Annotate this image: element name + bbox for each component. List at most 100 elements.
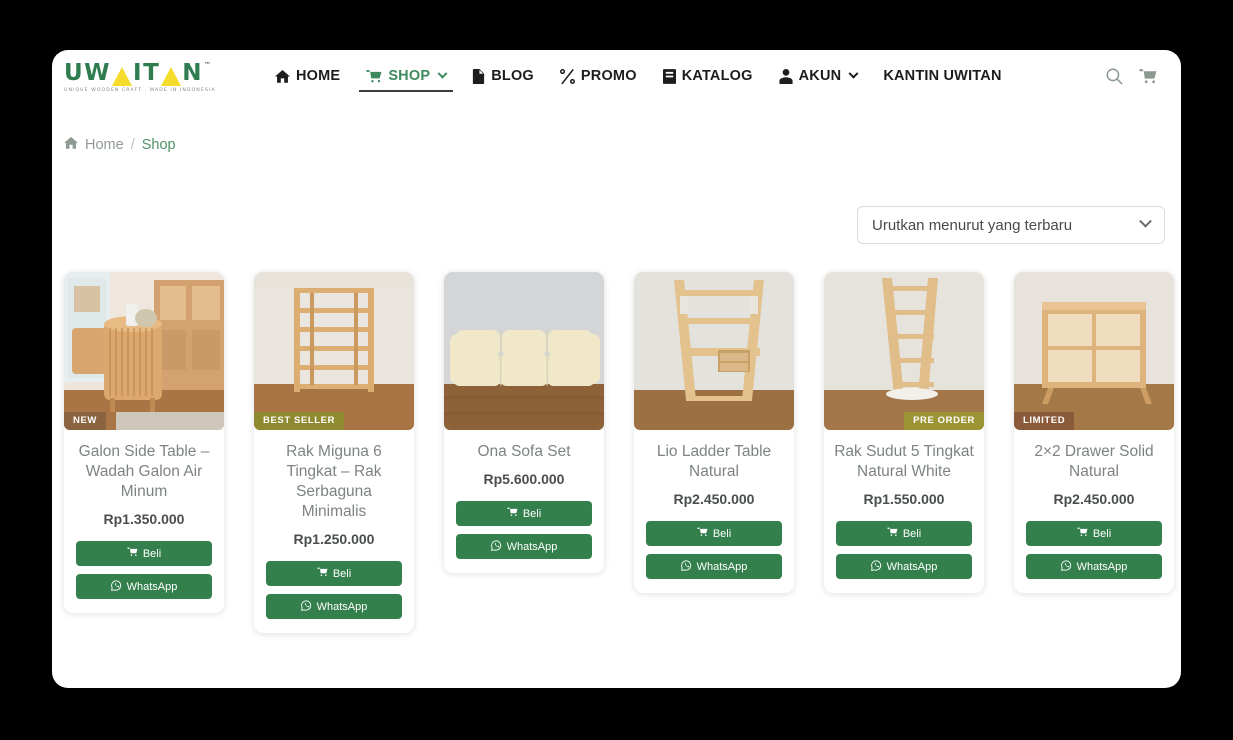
product-thumbnail[interactable] <box>444 272 604 430</box>
buy-button[interactable]: Beli <box>266 561 402 586</box>
nav-item-blog[interactable]: BLOG <box>459 50 547 102</box>
logo-wordmark: UW IT N ™ <box>64 59 211 86</box>
product-title[interactable]: 2×2 Drawer Solid Natural <box>1024 442 1164 482</box>
product-card-body: Galon Side Table – Wadah Galon Air Minum… <box>64 430 224 599</box>
product-thumbnail[interactable]: LIMITED <box>1014 272 1174 430</box>
product-price: Rp1.550.000 <box>863 491 945 507</box>
whatsapp-button-label: WhatsApp <box>886 560 938 573</box>
logo-tagline: UNIQUE WOODEN CRAFT . MADE IN INDONESIA <box>64 87 216 93</box>
buy-button[interactable]: Beli <box>76 541 212 566</box>
breadcrumb-home-label: Home <box>85 137 124 153</box>
buy-button[interactable]: Beli <box>456 501 592 526</box>
product-card[interactable]: Ona Sofa Set Rp5.600.000 Beli WhatsApp <box>444 272 604 573</box>
product-thumbnail[interactable]: PRE ORDER <box>824 272 984 430</box>
product-image <box>1014 272 1174 430</box>
cart-icon <box>1077 527 1088 540</box>
logo-text-left: UW <box>64 59 112 86</box>
product-thumbnail[interactable] <box>634 272 794 430</box>
chevron-down-icon <box>437 68 448 79</box>
product-thumbnail[interactable]: BEST SELLER <box>254 272 414 430</box>
product-card-body: Ona Sofa Set Rp5.600.000 Beli WhatsApp <box>444 430 604 559</box>
product-card-body: Rak Miguna 6 Tingkat – Rak Serbaguna Min… <box>254 430 414 619</box>
chevron-down-icon <box>848 68 859 79</box>
whatsapp-button-label: WhatsApp <box>506 540 558 553</box>
buy-button[interactable]: Beli <box>646 521 782 546</box>
nav-item-home[interactable]: HOME <box>262 50 353 102</box>
home-icon <box>275 69 290 84</box>
whatsapp-icon <box>300 599 312 614</box>
product-image <box>64 272 224 430</box>
cart-icon <box>127 547 138 560</box>
nav-item-promo[interactable]: PROMO <box>547 50 650 102</box>
breadcrumb: Home / Shop <box>52 102 1181 154</box>
user-icon <box>779 68 793 84</box>
buy-button-label: Beli <box>142 547 162 560</box>
product-price: Rp5.600.000 <box>483 471 565 487</box>
logo-text-mid: IT <box>133 59 161 86</box>
sort-selected-label: Urutkan menurut yang terbaru <box>872 216 1073 234</box>
whatsapp-icon <box>870 559 882 574</box>
product-title[interactable]: Galon Side Table – Wadah Galon Air Minum <box>74 442 214 502</box>
logo-triangle-a-icon <box>161 66 182 86</box>
nav-label-blog: BLOG <box>491 68 534 84</box>
cart-icon[interactable] <box>1139 68 1157 85</box>
header-tools <box>1106 67 1171 85</box>
nav-item-kantin-uwitan[interactable]: KANTIN UWITAN <box>870 50 1014 102</box>
product-card[interactable]: PRE ORDER Rak Sudut 5 Tingkat Natural Wh… <box>824 272 984 593</box>
product-card[interactable]: BEST SELLER Rak Miguna 6 Tingkat – Rak S… <box>254 272 414 633</box>
product-card-body: 2×2 Drawer Solid Natural Rp2.450.000 Bel… <box>1014 430 1174 579</box>
logo-trademark: ™ <box>204 60 213 69</box>
nav-item-shop[interactable]: SHOP <box>353 50 459 102</box>
product-image <box>824 272 984 430</box>
site-header: UW IT N ™ UNIQUE WOODEN CRAFT . MADE IN IND… <box>52 50 1181 102</box>
product-price: Rp2.450.000 <box>1053 491 1135 507</box>
breadcrumb-current[interactable]: Shop <box>142 137 176 153</box>
product-card[interactable]: LIMITED 2×2 Drawer Solid Natural Rp2.450… <box>1014 272 1174 593</box>
product-card[interactable]: Lio Ladder Table Natural Rp2.450.000 Bel… <box>634 272 794 593</box>
buy-button[interactable]: Beli <box>1026 521 1162 546</box>
product-title[interactable]: Rak Sudut 5 Tingkat Natural White <box>834 442 974 482</box>
breadcrumb-home-link[interactable]: Home <box>64 136 124 154</box>
product-badge: LIMITED <box>1014 411 1075 430</box>
sort-select[interactable]: Urutkan menurut yang terbaru <box>857 206 1165 244</box>
product-thumbnail[interactable]: NEW <box>64 272 224 430</box>
logo-text-right: N <box>182 59 204 86</box>
whatsapp-button[interactable]: WhatsApp <box>836 554 972 579</box>
chevron-down-icon <box>1139 214 1152 228</box>
cart-icon <box>507 507 518 520</box>
nav-item-katalog[interactable]: KATALOG <box>650 50 766 102</box>
book-icon <box>662 68 676 84</box>
nav-label-shop: SHOP <box>388 68 431 84</box>
nav-item-akun[interactable]: AKUN <box>766 50 871 102</box>
whatsapp-button[interactable]: WhatsApp <box>266 594 402 619</box>
product-card[interactable]: NEW Galon Side Table – Wadah Galon Air M… <box>64 272 224 613</box>
product-image <box>634 272 794 430</box>
breadcrumb-separator: / <box>130 137 135 153</box>
whatsapp-icon <box>1060 559 1072 574</box>
product-title[interactable]: Rak Miguna 6 Tingkat – Rak Serbaguna Min… <box>264 442 404 522</box>
product-title[interactable]: Lio Ladder Table Natural <box>644 442 784 482</box>
whatsapp-button[interactable]: WhatsApp <box>646 554 782 579</box>
product-title[interactable]: Ona Sofa Set <box>454 442 594 462</box>
product-price: Rp2.450.000 <box>673 491 755 507</box>
buy-button-label: Beli <box>332 567 352 580</box>
sort-row: Urutkan menurut yang terbaru <box>52 154 1181 244</box>
product-badge: NEW <box>64 411 106 430</box>
product-price: Rp1.350.000 <box>103 511 185 527</box>
buy-button[interactable]: Beli <box>836 521 972 546</box>
buy-button-label: Beli <box>522 507 542 520</box>
whatsapp-button[interactable]: WhatsApp <box>76 574 212 599</box>
nav-label-katalog: KATALOG <box>681 68 753 84</box>
cart-icon <box>697 527 708 540</box>
whatsapp-icon <box>110 579 122 594</box>
home-icon <box>64 136 78 154</box>
search-icon[interactable] <box>1106 67 1123 85</box>
whatsapp-button-label: WhatsApp <box>696 560 748 573</box>
product-badge: BEST SELLER <box>254 411 345 430</box>
whatsapp-button[interactable]: WhatsApp <box>1026 554 1162 579</box>
buy-button-label: Beli <box>1092 527 1112 540</box>
cart-icon <box>317 567 328 580</box>
site-logo[interactable]: UW IT N ™ UNIQUE WOODEN CRAFT . MADE IN IND… <box>64 59 216 93</box>
whatsapp-button-label: WhatsApp <box>1076 560 1128 573</box>
whatsapp-button[interactable]: WhatsApp <box>456 534 592 559</box>
